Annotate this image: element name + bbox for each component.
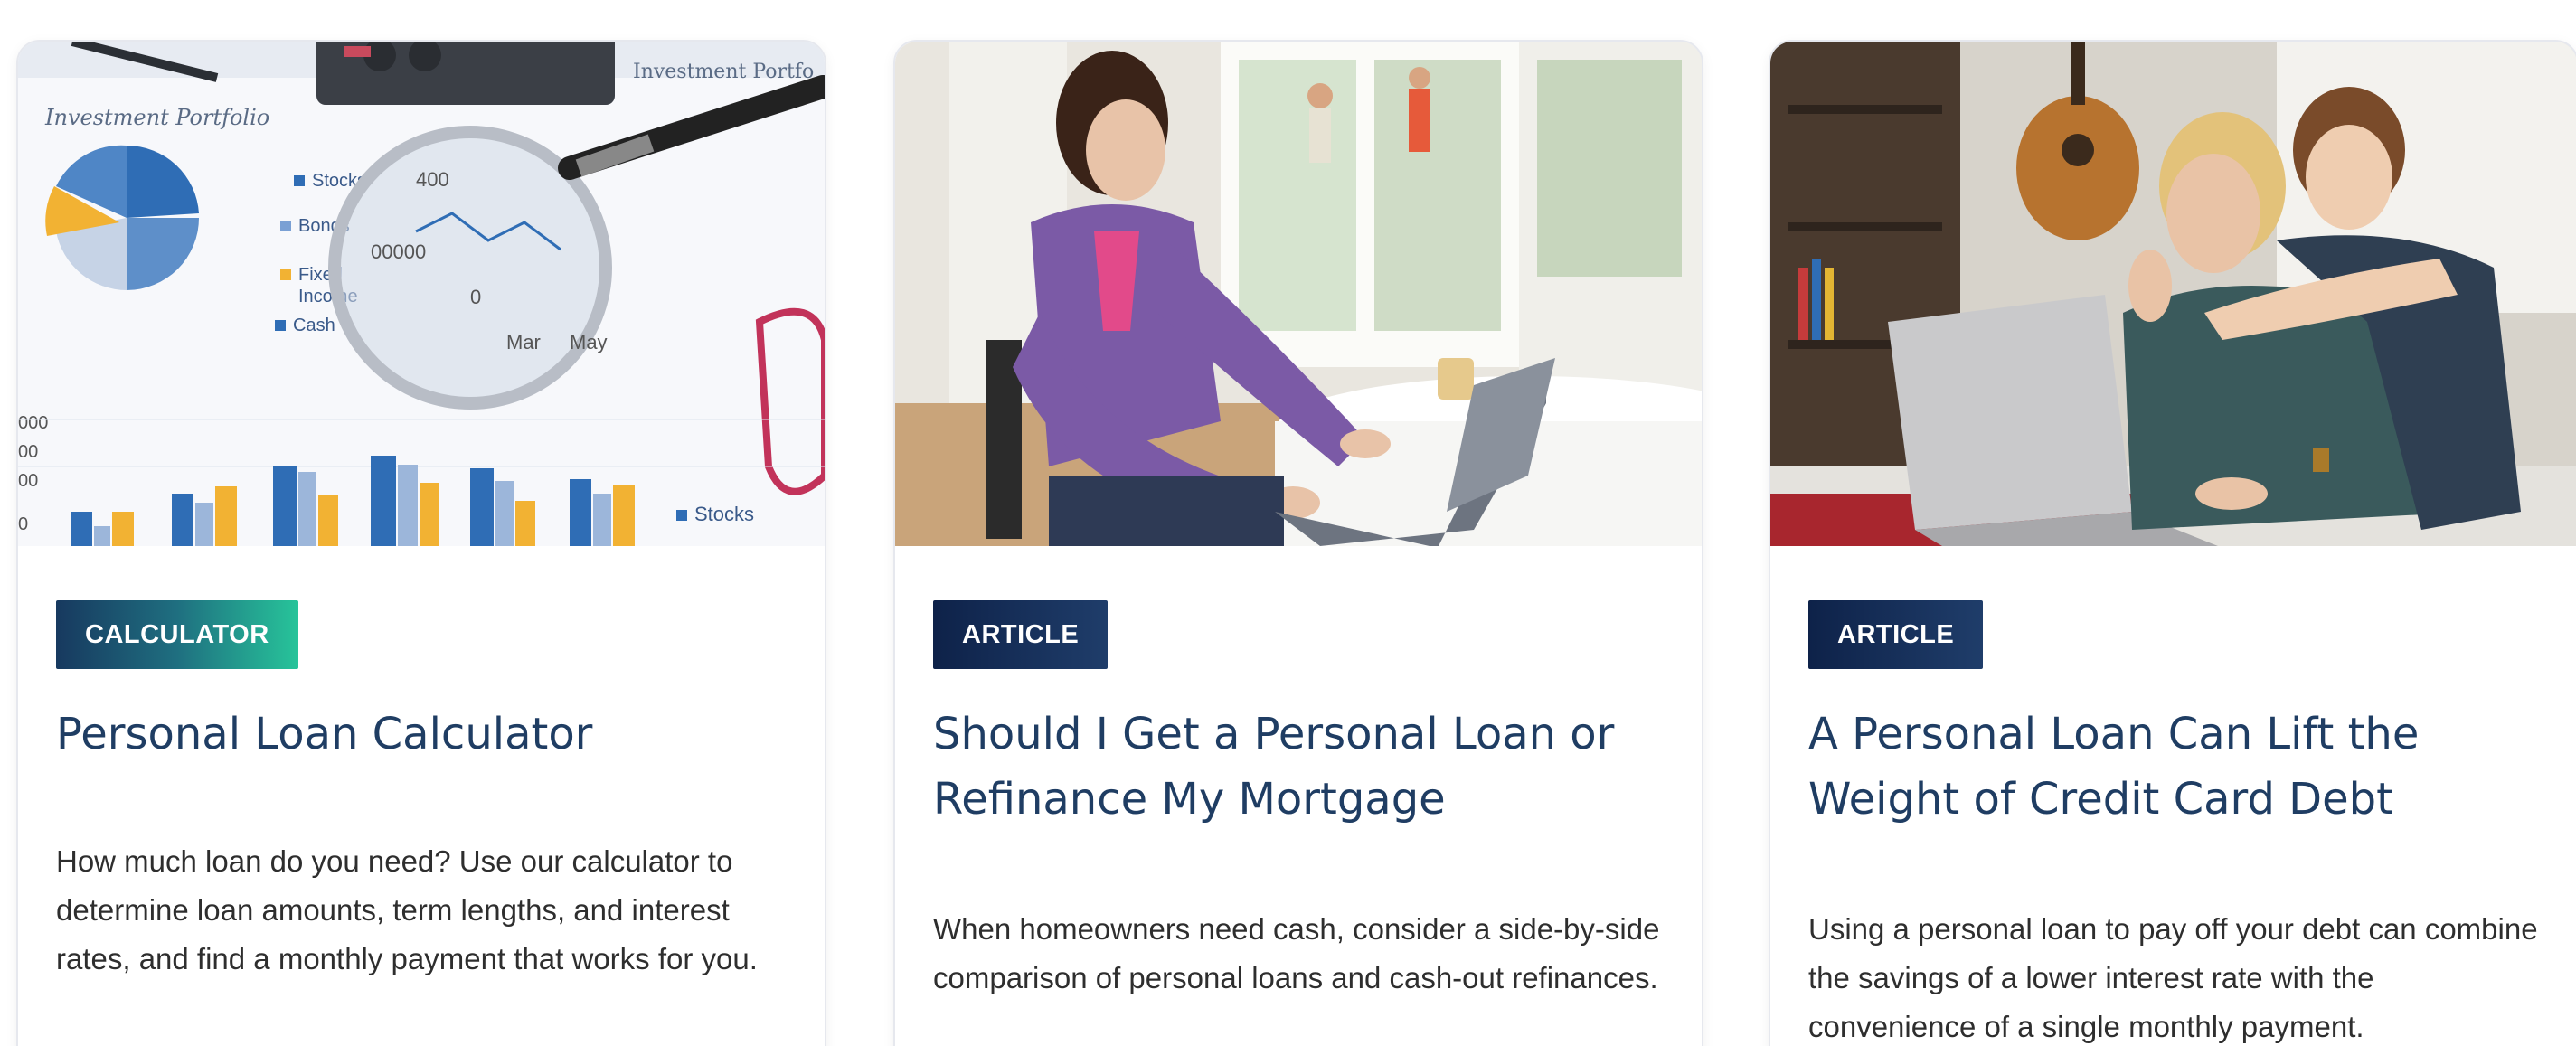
card-description: Using a personal loan to pay off your de…	[1808, 912, 2538, 1043]
card-personal-loan-calculator[interactable]: Investment Portfolio Investment Portfo S…	[16, 40, 826, 1046]
svg-text:May: May	[570, 331, 608, 353]
card-personal-loan-or-refinance[interactable]: ARTICLE Should I Get a Personal Loan or …	[893, 40, 1703, 1046]
woman-child-laptop-illustration	[1770, 42, 2576, 546]
category-badge: CALCULATOR	[56, 600, 298, 669]
card-title[interactable]: Should I Get a Personal Loan or Refinanc…	[933, 702, 1656, 832]
portfolio-header-text: Investment Portfolio	[44, 105, 269, 130]
svg-text:Mar: Mar	[506, 331, 541, 353]
card-description: When homeowners need cash, consider a si…	[933, 912, 1660, 994]
card-title[interactable]: Personal Loan Calculator	[56, 702, 779, 767]
woman-child-laptop-image[interactable]	[1770, 42, 2576, 546]
svg-text:00: 00	[18, 471, 38, 491]
svg-text:0: 0	[470, 286, 481, 308]
investment-portfolio-image[interactable]: Investment Portfolio Investment Portfo S…	[18, 42, 825, 546]
portfolio-header-text-2: Investment Portfo	[633, 61, 814, 83]
investment-portfolio-illustration: Investment Portfolio Investment Portfo S…	[18, 42, 825, 546]
card-personal-loan-credit-card-debt[interactable]: ARTICLE A Personal Loan Can Lift the Wei…	[1769, 40, 2576, 1046]
category-badge: ARTICLE	[933, 600, 1109, 669]
svg-text:400: 400	[416, 168, 449, 191]
card-description: How much loan do you need? Use our calcu…	[56, 844, 758, 975]
card-title[interactable]: A Personal Loan Can Lift the Weight of C…	[1808, 702, 2532, 832]
svg-text:Cash: Cash	[293, 316, 335, 335]
woman-laptop-illustration	[895, 42, 1702, 546]
svg-text:00: 00	[18, 442, 38, 462]
category-badge: ARTICLE	[1808, 600, 1984, 669]
svg-text:000: 000	[18, 413, 48, 433]
woman-laptop-image[interactable]	[895, 42, 1702, 546]
svg-text:0: 0	[18, 514, 28, 534]
svg-text:00000: 00000	[371, 240, 426, 263]
resource-cards: Investment Portfolio Investment Portfo S…	[0, 0, 2576, 1046]
svg-text:Stocks: Stocks	[694, 503, 754, 525]
